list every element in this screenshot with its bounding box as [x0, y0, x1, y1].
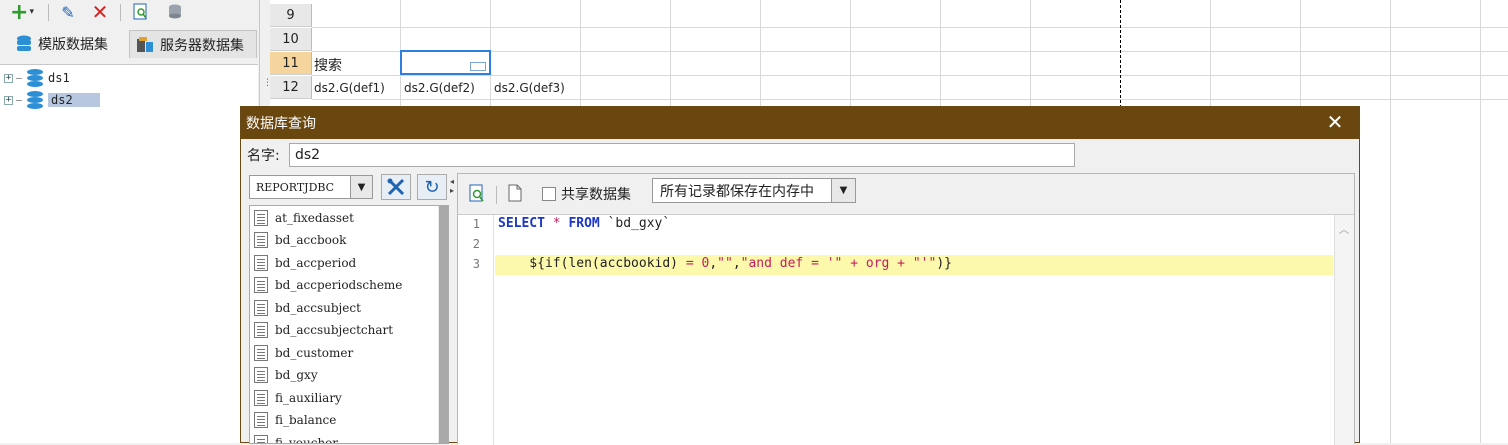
tab-label: 服务器数据集	[160, 37, 244, 54]
collapse-handle-icon[interactable]: ◂ ▸	[450, 177, 456, 199]
toolbar-separator	[48, 4, 49, 21]
edit-pencil-icon[interactable]: ✎	[56, 2, 80, 22]
line-number: 1	[472, 217, 480, 231]
chevron-down-icon[interactable]: ▼	[831, 179, 855, 202]
new-document-icon[interactable]	[508, 184, 524, 204]
table-icon	[254, 300, 268, 316]
refresh-button[interactable]: ↻	[417, 174, 447, 200]
table-icon	[254, 412, 268, 428]
dialog-titlebar[interactable]: 数据库查询 ✕	[241, 107, 1359, 139]
preview-icon[interactable]	[130, 2, 152, 22]
expand-icon[interactable]: +	[4, 95, 13, 105]
cell-ds2-def3[interactable]: ds2.G(def3)	[494, 81, 565, 95]
add-dataset-icon[interactable]: + ▾	[6, 0, 38, 25]
list-item[interactable]: bd_gxy	[254, 364, 318, 386]
toolbar-separator	[496, 186, 497, 204]
list-item[interactable]: fi_balance	[254, 409, 336, 431]
database-query-dialog: 数据库查询 ✕ 名字: ds2 REPORTJDBC ▼ ↻ ◂ ▸ at_fix…	[240, 106, 1360, 445]
sql-editor[interactable]: 1 2 3 SELECT * FROM `bd_gxy` ${if(len(ac…	[458, 214, 1354, 445]
refresh-icon: ↻	[424, 176, 440, 198]
share-dataset-checkbox[interactable]: 共享数据集	[542, 184, 631, 204]
tab-template-datasets[interactable]: 模版数据集	[10, 30, 128, 58]
widget-icon	[470, 62, 486, 71]
list-item[interactable]: bd_customer	[254, 342, 353, 364]
database-icon	[17, 35, 31, 51]
editor-scrollbar[interactable]: ︿	[1334, 215, 1354, 445]
table-icon	[254, 345, 268, 361]
sql-line-3: ${if(len(accbookid) = 0,"","and def = '"…	[498, 256, 952, 271]
close-button[interactable]: ✕	[1325, 112, 1345, 133]
row-header-selected[interactable]: 11	[270, 52, 312, 75]
line-number: 2	[472, 237, 480, 251]
connection-value: REPORTJDBC	[256, 180, 335, 194]
cell-search-label[interactable]: 搜索	[314, 55, 342, 75]
memory-mode-select[interactable]: 所有记录都保存在内存中 ▼	[652, 178, 856, 203]
connection-select[interactable]: REPORTJDBC ▼	[249, 175, 373, 199]
row-header[interactable]: 12	[270, 76, 312, 99]
row-header[interactable]: 10	[270, 28, 312, 51]
dataset-tree: + ds1 + ds2	[0, 64, 258, 443]
list-item[interactable]: at_fixedasset	[254, 207, 354, 229]
cell-ds2-def1[interactable]: ds2.G(def1)	[314, 81, 385, 95]
tab-label: 模版数据集	[38, 37, 108, 53]
dataset-panel: + ▾ ✎ ✕ 模版数据集 服务器数据集 + ds1 + ds2	[0, 0, 260, 443]
expand-icon[interactable]: +	[4, 73, 13, 83]
checkbox[interactable]	[542, 187, 556, 201]
list-item[interactable]: bd_accsubjectchart	[254, 319, 393, 341]
sql-panel: 共享数据集 所有记录都保存在内存中 ▼ 1 2 3 SELECT * FROM …	[457, 173, 1355, 445]
list-item[interactable]: fi_auxiliary	[254, 387, 342, 409]
memory-mode-value: 所有记录都保存在内存中	[660, 183, 814, 200]
tree-item-label: ds2	[48, 93, 100, 107]
toolbar-separator	[120, 4, 121, 21]
tree-item-label: ds1	[48, 71, 70, 85]
list-item[interactable]: bd_accbook	[254, 229, 346, 251]
row-header[interactable]: 9	[270, 4, 312, 27]
selected-cell[interactable]	[400, 50, 491, 75]
tab-server-datasets[interactable]: 服务器数据集	[129, 30, 257, 58]
list-item[interactable]: bd_accperiod	[254, 252, 356, 274]
database-settings-icon[interactable]	[164, 2, 186, 22]
database-icon	[25, 69, 45, 87]
database-icon	[25, 91, 45, 109]
table-icon	[254, 367, 268, 383]
tools-icon	[387, 178, 405, 196]
splitter-grip[interactable]: ⋮	[263, 78, 272, 90]
tree-item-ds2[interactable]: + ds2	[4, 89, 100, 111]
name-label: 名字:	[247, 148, 280, 164]
scroll-up-icon[interactable]: ︿	[1339, 221, 1349, 236]
dataset-tabs: 模版数据集 服务器数据集	[0, 30, 260, 58]
connection-settings-button[interactable]	[381, 174, 411, 200]
list-item[interactable]: bd_accsubject	[254, 297, 361, 319]
list-item[interactable]: fi_voucher	[254, 432, 338, 443]
table-icon	[254, 255, 268, 271]
chevron-down-icon[interactable]: ▼	[350, 176, 372, 198]
table-icon	[254, 277, 268, 293]
table-list-scrollbar[interactable]	[438, 206, 448, 443]
dialog-title: 数据库查询	[246, 116, 316, 132]
delete-icon[interactable]: ✕	[88, 0, 112, 24]
dataset-toolbar: + ▾ ✎ ✕	[0, 0, 260, 26]
dataset-name-input[interactable]: ds2	[289, 143, 1075, 167]
table-icon	[254, 390, 268, 406]
sql-line-1: SELECT * FROM `bd_gxy`	[498, 216, 671, 231]
list-item[interactable]: bd_accperiodscheme	[254, 274, 402, 296]
share-label: 共享数据集	[561, 187, 631, 203]
cell-ds2-def2[interactable]: ds2.G(def2)	[404, 81, 475, 95]
preview-icon[interactable]	[468, 184, 488, 204]
line-number-gutter: 1 2 3	[458, 215, 494, 445]
server-dataset-icon	[137, 36, 153, 52]
scrollbar-thumb[interactable]	[439, 206, 448, 443]
table-icon	[254, 232, 268, 248]
table-list[interactable]: at_fixedasset bd_accbook bd_accperiod bd…	[249, 205, 449, 444]
table-icon	[254, 322, 268, 338]
sql-toolbar: 共享数据集 所有记录都保存在内存中 ▼	[458, 174, 1354, 214]
table-icon	[254, 210, 268, 226]
tree-item-ds1[interactable]: + ds1	[4, 67, 70, 89]
line-number: 3	[472, 257, 480, 271]
